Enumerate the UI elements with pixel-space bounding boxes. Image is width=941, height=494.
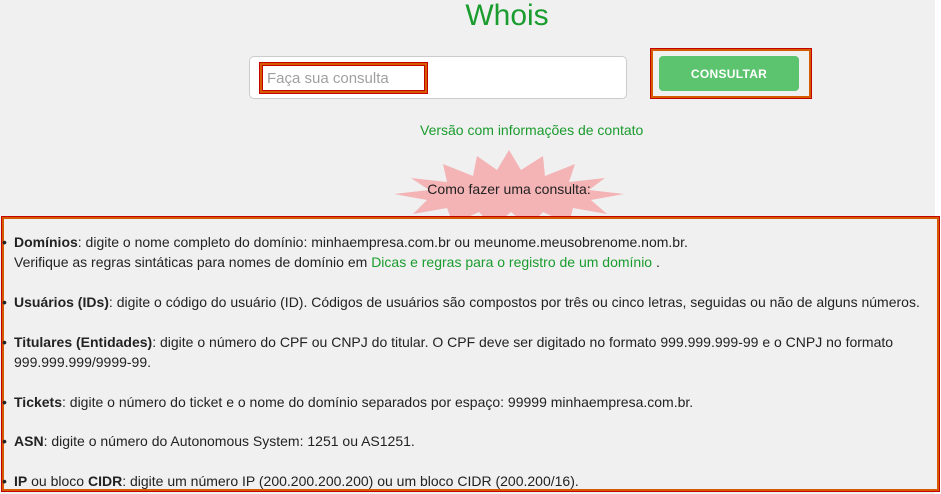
help-item-domains: • Domínios: digite o nome completo do dom…	[2, 232, 688, 252]
help-term: CIDR	[87, 473, 123, 489]
help-item-holders-line2: 999.999.999/9999-99.	[14, 352, 151, 372]
help-text: : digite o código do usuário (ID). Códig…	[108, 294, 920, 310]
help-term: Tickets	[14, 394, 62, 410]
help-text: Verifique as regras sintáticas para nome…	[14, 254, 372, 270]
help-text: : digite o nome completo do domínio: min…	[77, 234, 688, 250]
help-term: Domínios	[14, 234, 78, 250]
help-term: IP	[14, 473, 28, 489]
bullet-icon: •	[2, 234, 7, 250]
help-item-asn: • ASN: digite o número do Autonomous Syst…	[2, 431, 415, 451]
contact-info-link[interactable]: Versão com informações de contato	[420, 122, 643, 138]
help-text: : digite o número do ticket e o nome do …	[62, 394, 694, 410]
howto-label: Como fazer uma consulta:	[427, 181, 591, 197]
page-title: Whois	[465, 0, 549, 32]
help-text: ou bloco	[27, 473, 88, 489]
help-item-holders: • Titulares (Entidades): digite o número …	[2, 332, 894, 352]
bullet-icon: •	[2, 294, 7, 310]
help-item-tickets: • Tickets: digite o número do ticket e o …	[2, 392, 694, 412]
help-term: ASN	[14, 433, 44, 449]
search-input[interactable]	[262, 65, 425, 91]
bullet-icon: •	[2, 473, 7, 489]
help-item-domains-line2: Verifique as regras sintáticas para nome…	[14, 252, 660, 272]
search-input-highlight	[259, 62, 428, 94]
help-item-users: • Usuários (IDs): digite o código do usuá…	[2, 292, 920, 312]
help-text: 999.999.999/9999-99.	[14, 354, 152, 370]
help-text: : digite um número IP (200.200.200.200) …	[122, 473, 579, 489]
consultar-button[interactable]: CONSULTAR	[659, 56, 799, 91]
bullet-icon: •	[2, 433, 7, 449]
help-term: Titulares (Entidades)	[14, 334, 153, 350]
bullet-icon: •	[2, 394, 7, 410]
domain-rules-link[interactable]: Dicas e regras para o registro de um dom…	[371, 254, 652, 270]
bullet-icon: •	[2, 334, 7, 350]
help-text: : digite o número do Autonomous System: …	[43, 433, 415, 449]
help-text: .	[652, 254, 660, 270]
help-term: Usuários (IDs)	[14, 294, 109, 310]
help-text: : digite o número do CPF ou CNPJ do titu…	[152, 334, 894, 350]
help-item-ip: • IP ou bloco CIDR: digite um número IP (…	[2, 471, 579, 491]
